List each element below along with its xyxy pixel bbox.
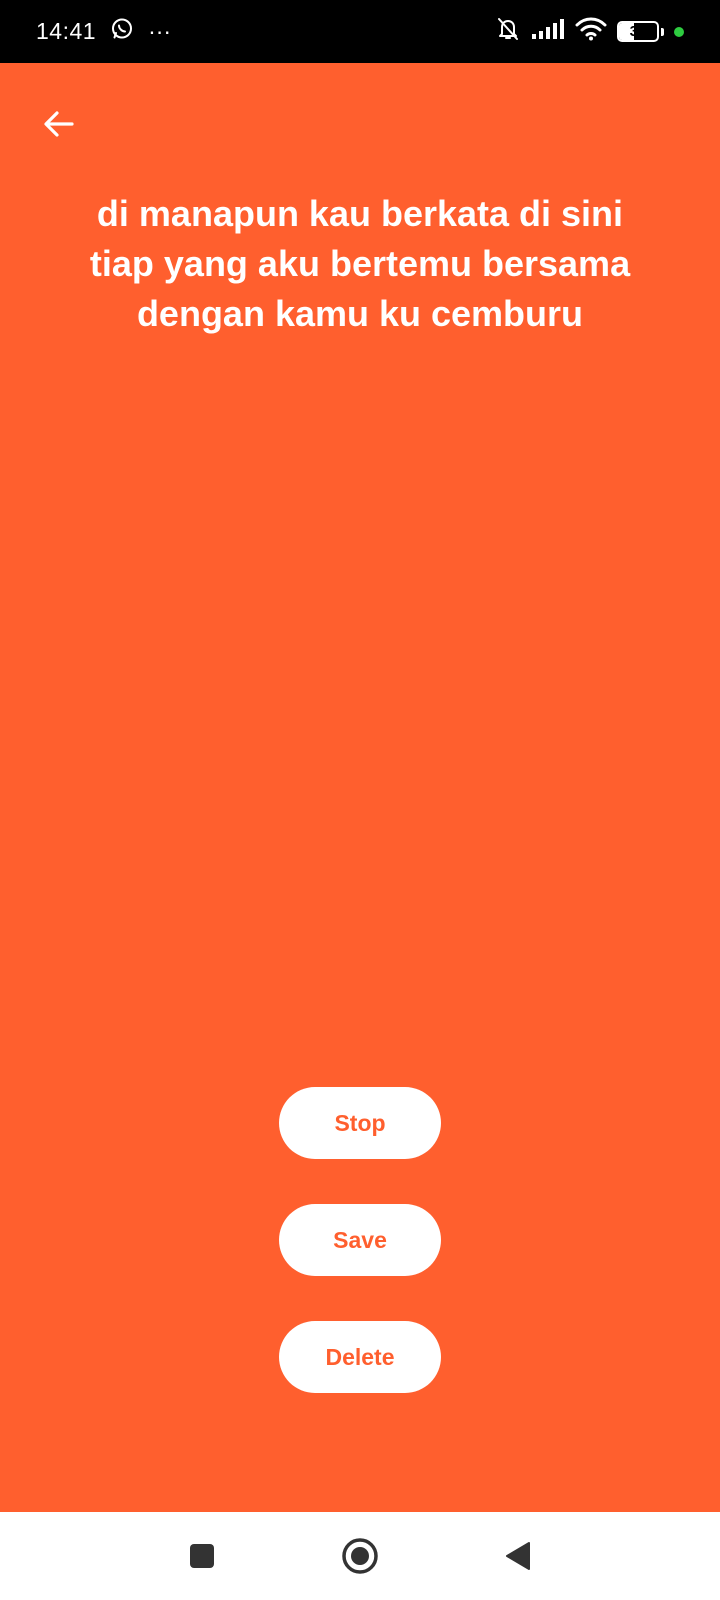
system-nav-bar bbox=[0, 1512, 720, 1600]
back-triangle-icon bbox=[506, 1542, 530, 1570]
status-time: 14:41 bbox=[36, 18, 97, 44]
whatsapp-icon bbox=[110, 17, 134, 47]
battery-tip bbox=[661, 27, 664, 36]
status-right: 39 bbox=[495, 16, 684, 47]
wifi-icon bbox=[575, 17, 607, 46]
status-bar: 14:41 ··· 39 bbox=[0, 0, 720, 63]
battery-body: 39 bbox=[617, 21, 659, 42]
home-button[interactable] bbox=[336, 1532, 384, 1580]
lyrics-text: di manapun kau berkata di sini tiap yang… bbox=[30, 189, 690, 339]
arrow-left-icon bbox=[44, 111, 74, 137]
more-notifications-indicator: ··· bbox=[148, 18, 172, 44]
recent-apps-button[interactable] bbox=[178, 1532, 226, 1580]
status-left: 14:41 ··· bbox=[36, 17, 171, 47]
battery-level: 39 bbox=[629, 23, 647, 40]
battery-icon: 39 bbox=[617, 21, 664, 42]
stop-button[interactable]: Stop bbox=[279, 1087, 441, 1159]
lyrics-line: tiap yang aku bertemu bersama bbox=[89, 243, 631, 284]
main-content: di manapun kau berkata di sini tiap yang… bbox=[0, 63, 720, 1512]
save-button[interactable]: Save bbox=[279, 1204, 441, 1276]
camera-in-use-dot bbox=[674, 26, 684, 37]
recent-apps-icon bbox=[190, 1544, 214, 1568]
lyrics-line: di manapun kau berkata di sini bbox=[96, 193, 624, 234]
nav-back-button[interactable] bbox=[494, 1532, 542, 1580]
delete-button[interactable]: Delete bbox=[279, 1321, 441, 1393]
lyrics-line: dengan kamu ku cemburu bbox=[136, 293, 584, 334]
back-button[interactable] bbox=[36, 101, 82, 147]
signal-icon bbox=[531, 18, 565, 45]
home-icon bbox=[342, 1538, 378, 1574]
bell-off-icon bbox=[495, 16, 521, 47]
